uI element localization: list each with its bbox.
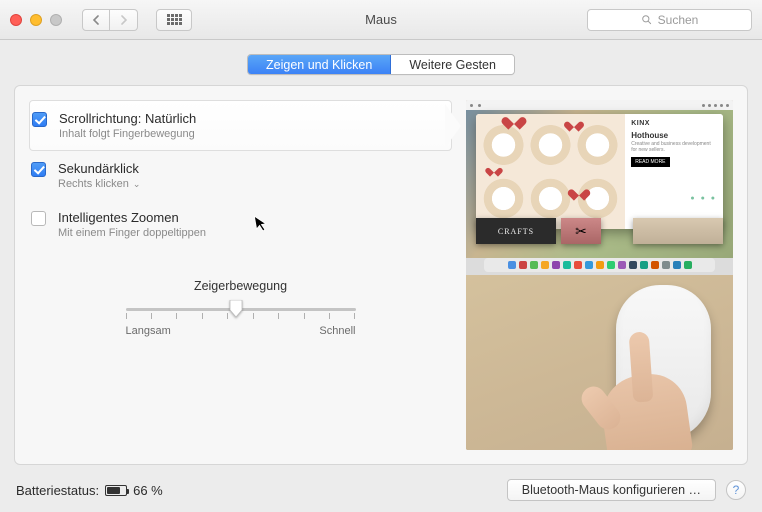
option-scroll-direction[interactable]: Scrollrichtung: Natürlich Inhalt folgt F…: [29, 100, 452, 151]
maximize-window-button: [50, 14, 62, 26]
option-subtitle: Inhalt folgt Fingerbewegung: [59, 128, 196, 140]
forward-button[interactable]: [110, 9, 138, 31]
tab-more-gestures[interactable]: Weitere Gesten: [391, 55, 514, 74]
preview-window-crafts: CRAFTS: [476, 218, 556, 244]
checkbox-scroll-direction[interactable]: [32, 112, 47, 127]
close-window-button[interactable]: [10, 14, 22, 26]
battery-percent: 66 %: [133, 483, 163, 498]
preview-desk: [466, 275, 733, 450]
search-icon: [641, 14, 652, 25]
chevron-right-icon: [120, 15, 128, 25]
preview-menubar: [466, 100, 733, 110]
option-title: Sekundärklick: [58, 161, 140, 176]
configure-bluetooth-mouse-button[interactable]: Bluetooth-Maus konfigurieren …: [507, 479, 716, 501]
option-smart-zoom[interactable]: Intelligentes Zoomen Mit einem Finger do…: [29, 200, 452, 249]
help-button[interactable]: ?: [726, 480, 746, 500]
slider-label-slow: Langsam: [126, 325, 171, 337]
preview-window-scissors: ✂: [561, 218, 601, 244]
main-panel: Scrollrichtung: Natürlich Inhalt folgt F…: [14, 85, 748, 465]
battery-status: Batteriestatus: 66 %: [16, 483, 163, 498]
option-subtitle: Mit einem Finger doppeltippen: [58, 227, 206, 239]
battery-icon: [105, 485, 127, 496]
show-all-button[interactable]: [156, 9, 192, 31]
minimize-window-button[interactable]: [30, 14, 42, 26]
options-column: Scrollrichtung: Natürlich Inhalt folgt F…: [29, 100, 452, 450]
traffic-lights: [10, 14, 62, 26]
back-button[interactable]: [82, 9, 110, 31]
tracking-title: Zeigerbewegung: [126, 279, 356, 293]
option-secondary-click[interactable]: Sekundärklick Rechts klicken ⌄: [29, 151, 452, 200]
preview-browser-window: KINX Hothouse Creative and business deve…: [476, 114, 723, 229]
footer: Batteriestatus: 66 % Bluetooth-Maus konf…: [0, 465, 762, 501]
grid-icon: [167, 14, 182, 25]
preview-window-small: [633, 218, 723, 244]
preview-screen: KINX Hothouse Creative and business deve…: [466, 100, 733, 275]
search-placeholder: Suchen: [658, 13, 699, 27]
gesture-preview: KINX Hothouse Creative and business deve…: [466, 100, 733, 450]
window-title: Maus: [365, 12, 397, 27]
tab-bar: Zeigen und Klicken Weitere Gesten: [0, 54, 762, 75]
chevron-left-icon: [92, 15, 100, 25]
option-title: Intelligentes Zoomen: [58, 210, 206, 225]
slider-label-fast: Schnell: [319, 325, 355, 337]
tab-point-and-click[interactable]: Zeigen und Klicken: [248, 55, 391, 74]
preview-hand: [593, 340, 693, 450]
tracking-speed-section: Zeigerbewegung Langsam Schnell: [126, 279, 356, 337]
checkbox-secondary-click[interactable]: [31, 162, 46, 177]
checkbox-smart-zoom[interactable]: [31, 211, 46, 226]
option-title: Scrollrichtung: Natürlich: [59, 111, 196, 126]
titlebar: Maus Suchen: [0, 0, 762, 40]
option-subtitle[interactable]: Rechts klicken ⌄: [58, 178, 140, 190]
preview-dock: [484, 258, 715, 272]
chevron-down-icon: ⌄: [133, 179, 141, 190]
nav-buttons: [82, 9, 138, 31]
tracking-slider[interactable]: [126, 299, 356, 319]
slider-knob[interactable]: [228, 300, 244, 323]
search-field[interactable]: Suchen: [587, 9, 752, 31]
